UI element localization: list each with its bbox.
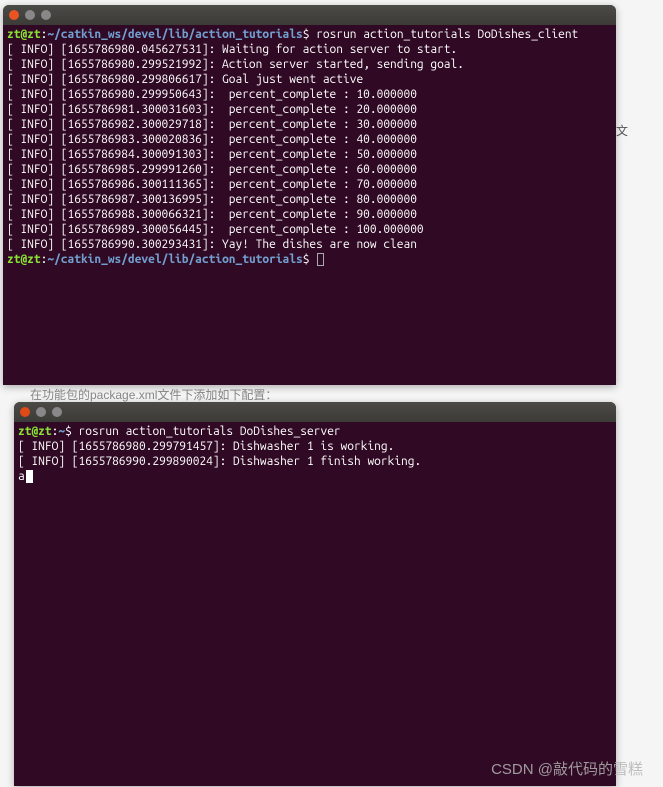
terminal-body[interactable]: zt@zt:~$ rosrun action_tutorials DoDishe… [14, 422, 616, 486]
output-line: [ INFO] [1655786984.300091303]: percent_… [7, 148, 417, 161]
terminal-body[interactable]: zt@zt:~/catkin_ws/devel/lib/action_tutor… [3, 25, 616, 269]
output-line: [ INFO] [1655786985.299991260]: percent_… [7, 163, 417, 176]
maximize-icon[interactable] [41, 10, 51, 20]
output-line: [ INFO] [1655786980.299791457]: Dishwash… [18, 440, 394, 453]
output-line: [ INFO] [1655786982.300029718]: percent_… [7, 118, 417, 131]
output-line: [ INFO] [1655786983.300020836]: percent_… [7, 133, 417, 146]
close-icon[interactable] [9, 10, 19, 20]
output-line: [ INFO] [1655786980.045627531]: Waiting … [7, 43, 457, 56]
output-line: [ INFO] [1655786989.300056445]: percent_… [7, 223, 424, 236]
prompt-user: zt@zt [18, 425, 52, 438]
minimize-icon[interactable] [36, 407, 46, 417]
output-line: [ INFO] [1655786980.299806617]: Goal jus… [7, 73, 363, 86]
cursor-icon [26, 470, 33, 483]
terminal-window-client[interactable]: zt@zt:~/catkin_ws/devel/lib/action_tutor… [3, 5, 616, 385]
output-line: [ INFO] [1655786990.299890024]: Dishwash… [18, 455, 421, 468]
terminal-window-server[interactable]: zt@zt:~$ rosrun action_tutorials DoDishe… [14, 402, 616, 786]
output-line: [ INFO] [1655786981.300031603]: percent_… [7, 103, 417, 116]
output-line: [ INFO] [1655786987.300136995]: percent_… [7, 193, 417, 206]
output-line: [ INFO] [1655786980.299950643]: percent_… [7, 88, 417, 101]
background-text: 在功能包的package.xml文件下添加如下配置： [30, 386, 277, 403]
titlebar[interactable] [3, 5, 616, 25]
prompt-dollar: $ [303, 253, 310, 266]
command: rosrun action_tutorials DoDishes_client [316, 28, 578, 41]
prompt-user: zt@zt [7, 253, 41, 266]
close-icon[interactable] [20, 407, 30, 417]
output-line: [ INFO] [1655786986.300111365]: percent_… [7, 178, 417, 191]
watermark: CSDN @敲代码的雪糕 [491, 758, 643, 779]
maximize-icon[interactable] [52, 407, 62, 417]
prompt-dollar: $ [303, 28, 310, 41]
cursor-icon [317, 253, 324, 266]
command: rosrun action_tutorials DoDishes_server [79, 425, 341, 438]
trailing-char: a [18, 470, 25, 483]
output-line: [ INFO] [1655786990.300293431]: Yay! The… [7, 238, 417, 251]
output-line: [ INFO] [1655786988.300066321]: percent_… [7, 208, 417, 221]
background-char: 文 [616, 122, 628, 139]
prompt-path: ~/catkin_ws/devel/lib/action_tutorials [47, 28, 302, 41]
prompt-user: zt@zt [7, 28, 41, 41]
prompt-dollar: $ [65, 425, 72, 438]
prompt-path: ~/catkin_ws/devel/lib/action_tutorials [47, 253, 302, 266]
minimize-icon[interactable] [25, 10, 35, 20]
titlebar[interactable] [14, 402, 616, 422]
output-line: [ INFO] [1655786980.299521992]: Action s… [7, 58, 464, 71]
